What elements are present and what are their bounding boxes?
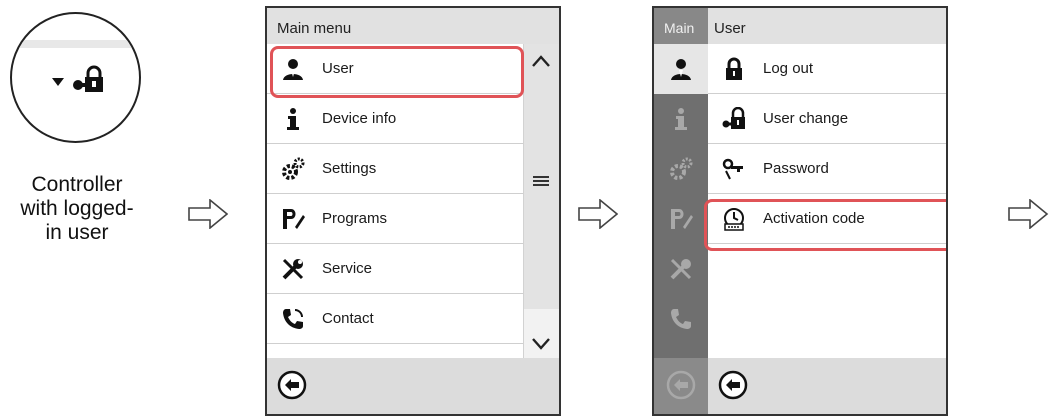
menu-item-label: Contact [322,310,374,327]
menu-item-log-out[interactable]: Log out [708,44,946,94]
page-title: Main menu [277,20,352,37]
status-bar [12,40,139,48]
menu-item-label: Log out [763,60,814,77]
main-menu-sidebar: Main [654,8,708,414]
menu-item-label: Device info [322,110,397,127]
user-logged-in-lock-icon [73,65,103,92]
caption: Controller with logged- in user [2,173,152,245]
padlock-icon [726,57,742,80]
info-icon[interactable] [669,107,693,131]
scrollbar[interactable] [523,44,559,361]
menu-header: Main menu [267,8,559,44]
service-tools-icon[interactable] [669,257,693,281]
main-menu-screen: Main menu User Device info Settings Prog… [265,6,561,416]
scroll-handle-icon[interactable] [533,175,549,187]
service-tools-icon [282,258,304,280]
submenu-header: User [708,8,946,44]
user-change-icon [722,107,745,129]
menu-item-contact[interactable]: Contact [267,294,525,344]
sidebar-title: Main [664,20,695,36]
menu-footer [267,358,559,414]
menu-item-settings[interactable]: Settings [267,144,525,194]
programs-icon[interactable] [669,207,693,231]
menu-item-password[interactable]: Password [708,144,946,194]
menu-item-label: Programs [322,210,388,227]
back-icon[interactable] [277,370,307,400]
highlight-user [270,46,524,98]
zoom-detail-circle [10,12,141,143]
menu-item-label: User change [763,110,849,127]
programs-icon [283,209,305,229]
settings-gears-icon[interactable] [669,157,693,181]
menu-item-user-change[interactable]: User change [708,94,946,144]
scroll-up-icon[interactable] [531,54,551,68]
password-key-icon [722,158,743,180]
settings-gears-icon [282,157,305,180]
sidebar-header: Main [654,8,708,44]
user-icon [671,59,691,80]
contact-phone-icon [283,309,303,329]
flow-arrow-icon [188,199,228,229]
info-icon [287,108,299,130]
menu-item-label: Service [322,260,373,277]
page-title: User [714,20,746,37]
submenu-footer [708,358,946,414]
highlight-activation-code [704,199,946,251]
menu-item-programs[interactable]: Programs [267,194,525,244]
scroll-track-end [524,309,559,361]
caption-line-3: in user [45,221,109,244]
flow-arrow-icon [1008,199,1049,229]
scroll-down-icon[interactable] [531,337,551,351]
back-icon [666,370,696,400]
menu-item-service[interactable]: Service [267,244,525,294]
sidebar-item-user-active[interactable] [654,44,708,94]
dropdown-triangle-icon [52,78,64,86]
flow-arrow-icon [578,199,618,229]
sidebar-footer [654,358,708,414]
caption-line-1: Controller [31,173,123,196]
back-icon[interactable] [718,370,748,400]
contact-phone-icon[interactable] [669,307,693,331]
menu-item-label: Password [763,160,829,177]
menu-item-label: Settings [322,160,377,177]
user-menu-screen: Main User Log out User change Password A… [652,6,948,416]
menu-item-device-info[interactable]: Device info [267,94,525,144]
caption-line-2: with logged- [20,197,134,220]
